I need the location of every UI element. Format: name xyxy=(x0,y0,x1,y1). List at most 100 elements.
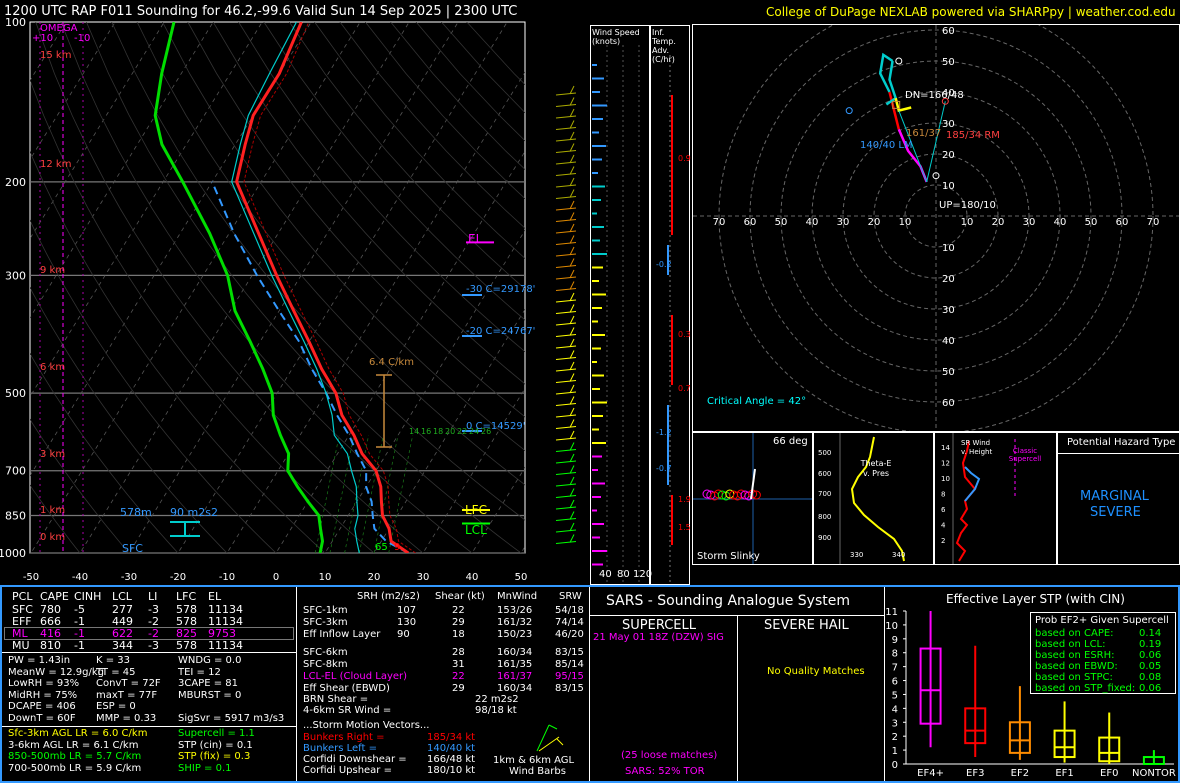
stp-ytick: 9 xyxy=(892,635,898,646)
pressure-label: 850 xyxy=(5,510,26,523)
inf-temp-panel: Inf. Temp. Adv. (C/hr) 0.9 -0.2 0.3 0.7 … xyxy=(650,25,691,585)
wind-barb xyxy=(555,242,577,245)
wind-barb xyxy=(555,150,577,153)
pressure-label: 500 xyxy=(5,387,26,400)
kin-row-label: Eff Shear (EBWD) xyxy=(303,683,390,694)
critical-angle-label: Critical Angle = 42° xyxy=(707,396,807,407)
storm-motion-value: 185/34 kt xyxy=(427,732,476,743)
stp-legend-label: based on STP_fixed: xyxy=(1035,683,1136,694)
kin-header: Shear (kt) xyxy=(435,591,485,602)
kin-value: 150/23 xyxy=(497,629,533,640)
kin-value: 85/14 xyxy=(555,659,584,670)
params-row: MU xyxy=(12,639,30,652)
stp-legend-value: 0.06 xyxy=(1139,650,1162,661)
wind-barb xyxy=(555,207,577,211)
params-row: 578 xyxy=(176,615,197,628)
wind-barb xyxy=(555,529,577,533)
params-value: DCAPE = 406 xyxy=(8,701,76,712)
hodo-trace-3-6km xyxy=(888,91,901,130)
height-label: 1 km xyxy=(40,505,66,516)
kin-value: 74/14 xyxy=(555,617,584,628)
params-value: DownT = 60F xyxy=(8,712,76,724)
stp-legend-value: 0.05 xyxy=(1139,661,1162,672)
dry-adiabat xyxy=(288,22,525,290)
wind-barb xyxy=(555,219,577,222)
params-value: ESP = 0 xyxy=(96,701,136,712)
hodo-axis-label: 30 xyxy=(1023,217,1036,228)
kin-header: SRH (m2/s2) xyxy=(357,591,420,602)
stp-category-label: EF2 xyxy=(1011,768,1029,779)
sars-loose: (25 loose matches) xyxy=(621,750,718,761)
stp-ytick: 1 xyxy=(892,746,898,757)
barb-1km-flag xyxy=(548,724,558,730)
stp-legend-label: based on ESRH: xyxy=(1035,650,1115,661)
barb-1km xyxy=(536,724,550,752)
temp-label: -50 xyxy=(23,572,39,583)
wind-barb xyxy=(555,322,577,326)
params-header: CINH xyxy=(74,590,102,603)
height-578m-label: 578m xyxy=(120,506,152,519)
stp-legend-label: based on CAPE: xyxy=(1035,628,1114,639)
thetae-ptick: 900 xyxy=(818,534,832,542)
kin-srwind-value: 98/18 kt xyxy=(475,705,517,716)
hazard-value: MARGINAL xyxy=(1080,489,1149,504)
inf-temp-value: 1.9 xyxy=(678,495,691,504)
srw-ytick: 8 xyxy=(941,491,945,499)
dry-adiabat xyxy=(35,22,424,553)
params-value: MMP = 0.33 xyxy=(96,712,157,724)
isotherm-line xyxy=(324,229,525,553)
height-label: 3 km xyxy=(40,449,66,460)
wind-barb xyxy=(555,449,577,452)
pressure-label: 100 xyxy=(5,16,26,29)
omega-tick-minus: -10 xyxy=(74,33,91,44)
height-label: 15 km xyxy=(40,50,72,61)
wind-speed-panel: Wind Speed (knots) xyxy=(590,25,650,585)
wetbulb-label: 18 xyxy=(433,427,443,436)
temp-label: 0 xyxy=(273,572,279,583)
stp-legend-value: 0.08 xyxy=(1139,672,1162,683)
stp-ytick: 11 xyxy=(885,607,898,618)
srw-ytick: 14 xyxy=(941,444,950,452)
storm-motion-value: 140/40 kt xyxy=(427,743,476,754)
wind-barb xyxy=(555,265,577,268)
wind-barb xyxy=(555,483,577,487)
kin-value: 161/32 xyxy=(497,617,533,628)
storm-motion-title: ...Storm Motion Vectors... xyxy=(303,720,430,731)
el-label: EL xyxy=(468,232,483,246)
hodo-ring-label: 30 xyxy=(942,305,955,316)
wind-barb xyxy=(555,334,577,337)
params-row: 666 xyxy=(40,615,61,628)
isotherm-line xyxy=(30,22,165,240)
stp-ytick: 6 xyxy=(892,677,898,688)
storm-slinky-panel: 66 deg Storm Slinky xyxy=(692,432,813,565)
wind-barb xyxy=(555,253,577,257)
wind-barb xyxy=(555,345,577,349)
wind-barb xyxy=(555,196,577,199)
isotherm-line xyxy=(30,22,312,477)
hodo-axis-label: 40 xyxy=(1054,217,1067,228)
mixing-ratio-line xyxy=(388,435,414,553)
thetae-line xyxy=(850,436,905,562)
stp-legend-value: 0.06 xyxy=(1139,683,1162,694)
stp-legend-value: 0.19 xyxy=(1139,639,1162,650)
wind-barb xyxy=(555,541,577,544)
stp-legend-label: based on LCL: xyxy=(1035,639,1106,650)
hodo-lm-marker xyxy=(845,107,853,115)
stp-category-label: EF3 xyxy=(966,768,984,779)
hodo-axis-label: 30 xyxy=(837,217,850,228)
hodo-axis-label: 10 xyxy=(899,217,912,228)
params-header: PCL xyxy=(12,590,33,603)
params-header: CAPE xyxy=(40,590,69,603)
stp-legend-title: Prob EF2+ Given Supercell xyxy=(1035,615,1169,626)
wetbulb-line xyxy=(231,22,360,553)
kin-value: 161/37 xyxy=(497,671,533,682)
wind-barb xyxy=(555,127,577,130)
composite-value: STP (fix) = 0.3 xyxy=(178,751,251,762)
storm-motion-value: 180/10 kt xyxy=(427,765,476,776)
storm-slinky-chart xyxy=(693,433,812,564)
wind-barb xyxy=(555,391,577,395)
stp-legend: Prob EF2+ Given Supercell based on CAPE:… xyxy=(1030,612,1176,694)
kin-value: 29 xyxy=(452,683,465,694)
srw-ytick: 4 xyxy=(941,522,946,530)
dry-adiabat xyxy=(30,484,81,553)
